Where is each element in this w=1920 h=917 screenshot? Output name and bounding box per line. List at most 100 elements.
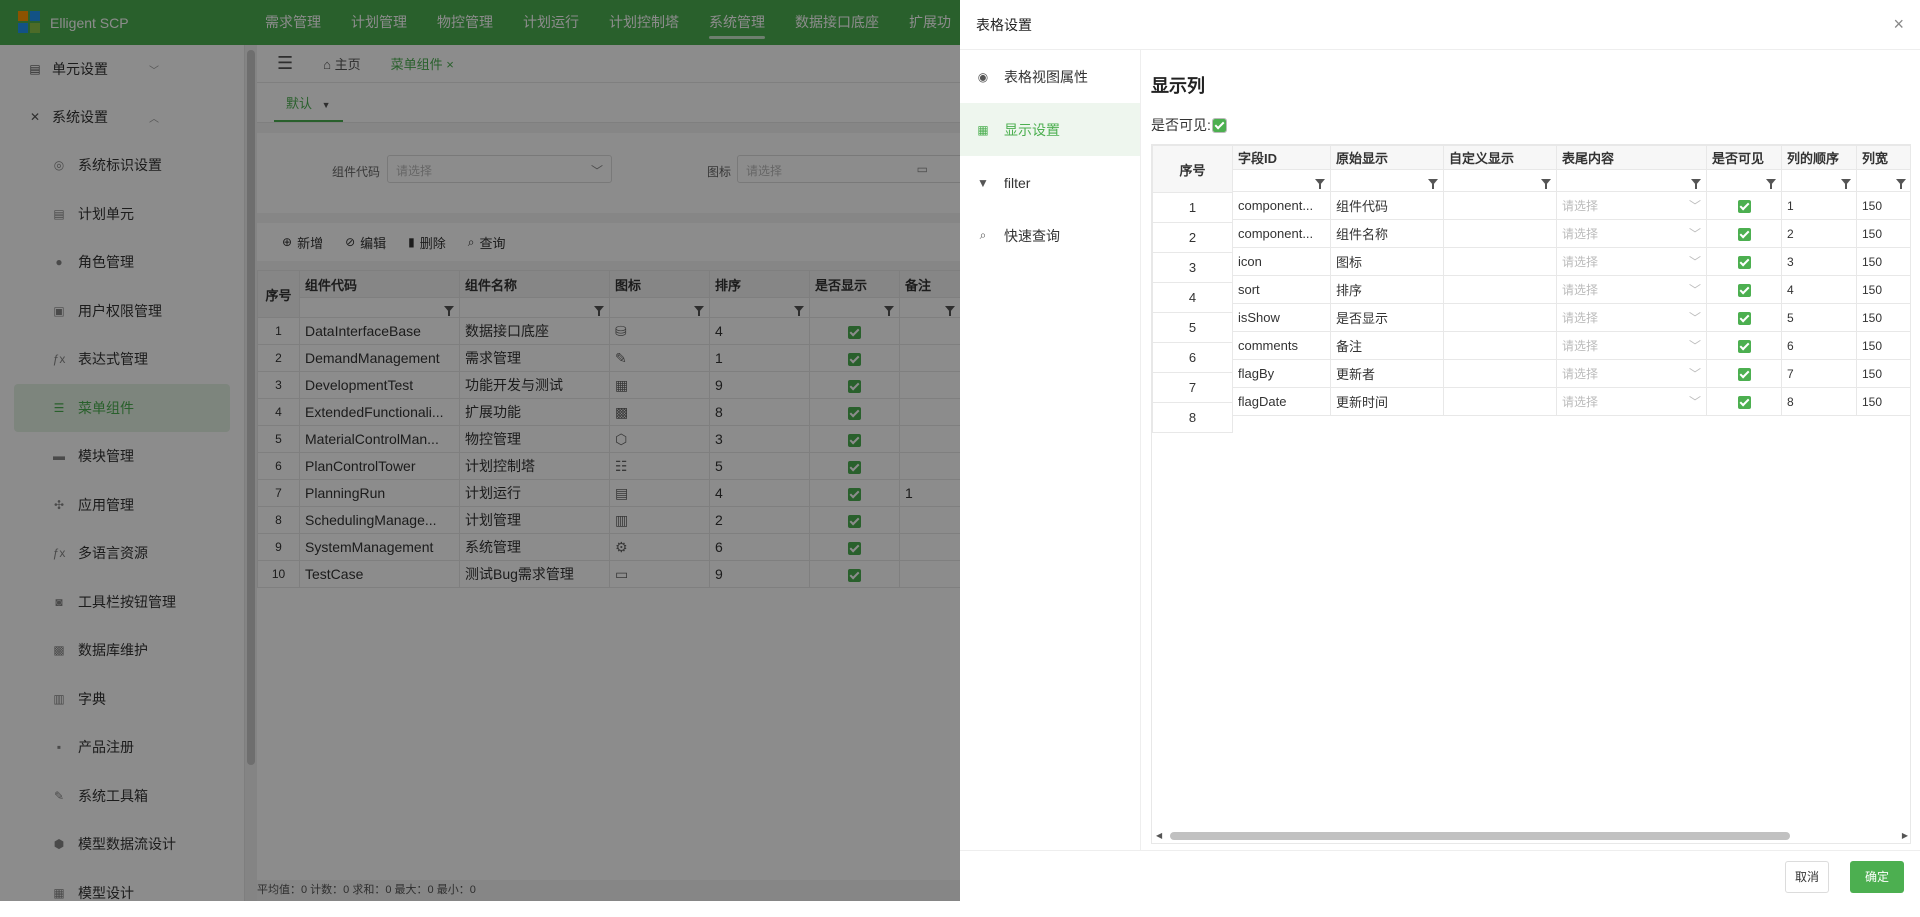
column-width-cell[interactable]: 150	[1857, 248, 1912, 276]
original-display-cell[interactable]: 组件名称	[1331, 220, 1444, 248]
custom-display-input[interactable]	[1444, 192, 1557, 220]
custom-display-input[interactable]	[1444, 332, 1557, 360]
visible-cell[interactable]	[1707, 220, 1782, 248]
filter-icon[interactable]	[1315, 179, 1325, 185]
footer-content-select[interactable]: 请选择﹀	[1557, 360, 1707, 388]
table-row[interactable]: sort排序 请选择﹀ 4150	[1233, 276, 1912, 304]
field-id-cell[interactable]: isShow	[1233, 304, 1331, 332]
column-width-cell[interactable]: 150	[1857, 332, 1912, 360]
field-id-cell[interactable]: flagBy	[1233, 360, 1331, 388]
column-filter[interactable]	[1857, 170, 1912, 192]
custom-display-input[interactable]	[1444, 360, 1557, 388]
column-filter[interactable]	[1557, 170, 1707, 192]
visible-checkbox[interactable]	[1738, 396, 1751, 409]
table-row[interactable]: flagBy更新者请选择﹀7150	[1233, 360, 1912, 388]
column-header[interactable]: 表尾内容	[1557, 146, 1707, 170]
custom-display-input[interactable]	[1444, 388, 1557, 416]
select-box[interactable]: 请选择﹀	[1562, 365, 1701, 382]
footer-content-select[interactable]: 请选择﹀	[1557, 220, 1707, 248]
cancel-button[interactable]: 取消	[1785, 861, 1829, 893]
scrollbar-thumb[interactable]	[1170, 832, 1790, 840]
visible-checkbox[interactable]	[1738, 312, 1751, 325]
column-order-cell[interactable]: 8	[1782, 388, 1857, 416]
column-filter[interactable]	[1444, 170, 1557, 192]
dialog-menu-item-0[interactable]: ◉表格视图属性	[960, 50, 1140, 103]
column-header[interactable]: 自定义显示	[1444, 146, 1557, 170]
column-filter[interactable]	[1782, 170, 1857, 192]
column-order-cell[interactable]: 2	[1782, 220, 1857, 248]
custom-display-input[interactable]	[1444, 248, 1557, 276]
footer-content-select[interactable]: 请选择﹀	[1557, 192, 1707, 220]
footer-content-select[interactable]: 请选择﹀	[1557, 248, 1707, 276]
visible-cell[interactable]	[1707, 304, 1782, 332]
column-header[interactable]: 列的顺序	[1782, 146, 1857, 170]
table-row[interactable]: component...组件代码请选择﹀1150	[1233, 192, 1912, 220]
column-header[interactable]: 列宽	[1857, 146, 1912, 170]
table-row[interactable]: component...组件名称 请选择﹀ 2150	[1233, 220, 1912, 248]
select-box[interactable]: 请选择﹀	[1562, 253, 1701, 270]
column-filter[interactable]	[1233, 170, 1331, 192]
column-width-cell[interactable]: 150	[1857, 276, 1912, 304]
visible-checkbox[interactable]	[1738, 256, 1751, 269]
visible-cell[interactable]	[1707, 192, 1782, 220]
select-box[interactable]: 请选择﹀	[1562, 309, 1701, 326]
visible-checkbox[interactable]	[1738, 200, 1751, 213]
column-width-cell[interactable]: 150	[1857, 360, 1912, 388]
original-display-cell[interactable]: 组件代码	[1331, 192, 1444, 220]
original-display-cell[interactable]: 更新者	[1331, 360, 1444, 388]
select-box[interactable]: 请选择﹀	[1562, 337, 1701, 354]
table-row[interactable]: flagDate更新时间 请选择﹀ 8150	[1233, 388, 1912, 416]
select-box[interactable]: 请选择﹀	[1562, 393, 1701, 410]
column-header[interactable]: 序号	[1153, 146, 1233, 193]
filter-icon[interactable]	[1691, 179, 1701, 185]
scroll-right-icon[interactable]: ▶	[1902, 831, 1908, 840]
table-row[interactable]: comments备注 请选择﹀ 6150	[1233, 332, 1912, 360]
custom-display-input[interactable]	[1444, 304, 1557, 332]
select-box[interactable]: 请选择﹀	[1562, 197, 1701, 214]
field-id-cell[interactable]: icon	[1233, 248, 1331, 276]
select-box[interactable]: 请选择﹀	[1562, 225, 1701, 242]
visible-all-checkbox[interactable]	[1213, 119, 1226, 132]
filter-icon[interactable]	[1896, 179, 1906, 185]
visible-cell[interactable]	[1707, 360, 1782, 388]
original-display-cell[interactable]: 排序	[1331, 276, 1444, 304]
column-header[interactable]: 是否可见	[1707, 146, 1782, 170]
original-display-cell[interactable]: 更新时间	[1331, 388, 1444, 416]
visible-cell[interactable]	[1707, 276, 1782, 304]
close-icon[interactable]: ×	[1893, 14, 1904, 35]
visible-cell[interactable]	[1707, 388, 1782, 416]
scroll-left-icon[interactable]: ◀	[1156, 831, 1162, 840]
column-filter[interactable]	[1331, 170, 1444, 192]
original-display-cell[interactable]: 是否显示	[1331, 304, 1444, 332]
footer-content-select[interactable]: 请选择﹀	[1557, 304, 1707, 332]
modal-overlay[interactable]	[0, 0, 960, 901]
custom-display-input[interactable]	[1444, 276, 1557, 304]
custom-display-input[interactable]	[1444, 220, 1557, 248]
column-order-cell[interactable]: 1	[1782, 192, 1857, 220]
filter-icon[interactable]	[1766, 179, 1776, 185]
field-id-cell[interactable]: comments	[1233, 332, 1331, 360]
field-id-cell[interactable]: flagDate	[1233, 388, 1331, 416]
field-id-cell[interactable]: component...	[1233, 220, 1331, 248]
column-width-cell[interactable]: 150	[1857, 304, 1912, 332]
filter-icon[interactable]	[1841, 179, 1851, 185]
original-display-cell[interactable]: 备注	[1331, 332, 1444, 360]
footer-content-select[interactable]: 请选择﹀	[1557, 276, 1707, 304]
column-order-cell[interactable]: 3	[1782, 248, 1857, 276]
column-order-cell[interactable]: 5	[1782, 304, 1857, 332]
column-width-cell[interactable]: 150	[1857, 388, 1912, 416]
filter-icon[interactable]	[1428, 179, 1438, 185]
column-width-cell[interactable]: 150	[1857, 220, 1912, 248]
visible-cell[interactable]	[1707, 332, 1782, 360]
column-header[interactable]: 字段ID	[1233, 146, 1331, 170]
column-order-cell[interactable]: 6	[1782, 332, 1857, 360]
column-filter[interactable]	[1707, 170, 1782, 192]
footer-content-select[interactable]: 请选择﹀	[1557, 332, 1707, 360]
visible-cell[interactable]	[1707, 248, 1782, 276]
dialog-menu-item-3[interactable]: ⌕快速查询	[960, 209, 1140, 262]
select-box[interactable]: 请选择﹀	[1562, 281, 1701, 298]
field-id-cell[interactable]: sort	[1233, 276, 1331, 304]
visible-checkbox[interactable]	[1738, 284, 1751, 297]
column-header[interactable]: 原始显示	[1331, 146, 1444, 170]
column-order-cell[interactable]: 4	[1782, 276, 1857, 304]
